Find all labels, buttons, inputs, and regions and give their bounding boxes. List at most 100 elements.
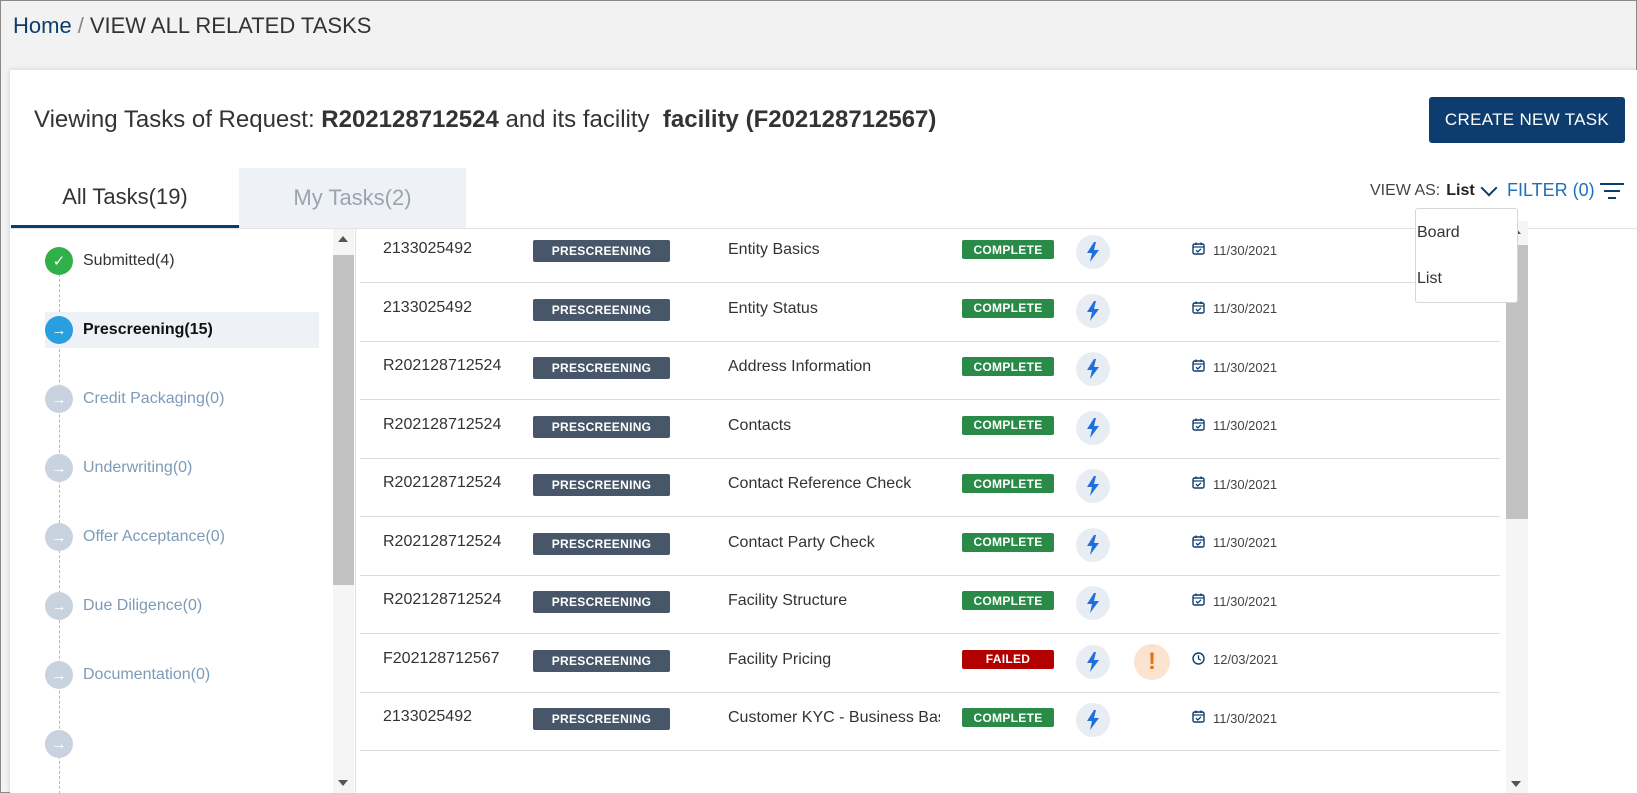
date-text: 11/30/2021 bbox=[1213, 301, 1278, 316]
lightning-icon[interactable] bbox=[1076, 235, 1110, 269]
stage-item-submitted[interactable]: ✓ Submitted(4) bbox=[45, 243, 319, 279]
task-id[interactable]: 2133025492 bbox=[383, 708, 472, 726]
lightning-icon[interactable] bbox=[1076, 410, 1110, 445]
lightning-icon[interactable] bbox=[1076, 293, 1110, 328]
arrow-right-icon: → bbox=[45, 661, 73, 689]
task-row[interactable]: R202128712524 PRESCREENING Contacts COMPLET… bbox=[360, 400, 1500, 459]
task-name[interactable]: Customer KYC - Business Basics bbox=[728, 709, 940, 727]
scroll-down-arrow-icon[interactable] bbox=[1511, 781, 1521, 787]
date-text: 11/30/2021 bbox=[1213, 476, 1278, 492]
date-text: 11/30/2021 bbox=[1213, 242, 1278, 258]
arrow-right-icon: → bbox=[45, 523, 73, 551]
task-name[interactable]: Contact Party Check bbox=[728, 534, 940, 552]
task-date: 12/03/2021 bbox=[1192, 651, 1279, 668]
view-option-list[interactable]: List bbox=[1417, 270, 1442, 288]
task-row[interactable]: 2133025492 PRESCREENING Entity Basics COMPL… bbox=[360, 224, 1500, 283]
lightning-icon[interactable] bbox=[1076, 586, 1110, 620]
arrow-right-icon: → bbox=[45, 730, 73, 758]
task-name[interactable]: Entity Status bbox=[728, 300, 940, 318]
stage-badge: PRESCREENING bbox=[533, 357, 670, 379]
calendar-check-icon bbox=[1192, 301, 1213, 317]
task-date: 11/30/2021 bbox=[1192, 418, 1277, 434]
task-name[interactable]: Address Information bbox=[728, 358, 940, 376]
task-date: 11/30/2021 bbox=[1192, 535, 1277, 551]
task-id[interactable]: R202128712524 bbox=[383, 591, 501, 609]
breadcrumb-home-link[interactable]: Home bbox=[13, 13, 72, 38]
task-row[interactable]: 2133025492 PRESCREENING Entity Status COMPL… bbox=[360, 283, 1500, 342]
task-name[interactable]: Facility Structure bbox=[728, 592, 940, 610]
status-badge: COMPLETE bbox=[962, 591, 1054, 610]
warning-icon[interactable]: ! bbox=[1134, 643, 1170, 680]
filter-icon[interactable] bbox=[1600, 183, 1624, 201]
view-as-selector[interactable]: VIEW AS: List bbox=[1370, 179, 1498, 200]
arrow-right-icon: → bbox=[45, 316, 73, 344]
view-as-value[interactable]: List bbox=[1446, 182, 1474, 200]
status-badge: FAILED bbox=[962, 649, 1054, 669]
lightning-icon[interactable] bbox=[1076, 527, 1110, 562]
task-row[interactable]: R202128712524 PRESCREENING Address Informa… bbox=[360, 341, 1500, 400]
task-id[interactable]: 2133025492 bbox=[383, 240, 472, 258]
tab-my-tasks[interactable]: My Tasks(2) bbox=[239, 168, 466, 228]
stage-list-scrollbar[interactable] bbox=[333, 229, 354, 793]
task-row[interactable]: R202128712524 PRESCREENING Facility Struct… bbox=[360, 575, 1500, 634]
title-prefix: Viewing Tasks of Request: bbox=[34, 106, 315, 133]
task-row[interactable]: R202128712524 PRESCREENING Contact Referen… bbox=[360, 458, 1500, 517]
lightning-icon[interactable] bbox=[1076, 469, 1110, 503]
task-name[interactable]: Entity Basics bbox=[728, 241, 940, 259]
scrollbar-thumb[interactable] bbox=[333, 255, 354, 585]
task-row[interactable]: 2133025492 PRESCREENING Customer KYC - Bus… bbox=[360, 692, 1500, 751]
tab-all-tasks[interactable]: All Tasks(19) bbox=[11, 168, 239, 228]
stage-label: Due Diligence(0) bbox=[83, 597, 203, 614]
calendar-check-icon bbox=[1192, 710, 1213, 726]
task-id[interactable]: R202128712524 bbox=[383, 474, 501, 492]
scroll-down-arrow-icon[interactable] bbox=[338, 780, 348, 786]
task-name[interactable]: Contacts bbox=[728, 417, 940, 435]
stage-badge: PRESCREENING bbox=[533, 415, 670, 438]
stage-item-due-diligence[interactable]: → Due Diligence(0) bbox=[45, 588, 319, 624]
chevron-down-icon[interactable] bbox=[1480, 179, 1498, 197]
task-id[interactable]: 2133025492 bbox=[383, 299, 472, 317]
view-as-dropdown: Board List bbox=[1415, 208, 1518, 303]
lightning-icon[interactable] bbox=[1076, 644, 1110, 679]
task-list-scrollbar[interactable] bbox=[1506, 221, 1528, 793]
create-new-task-button[interactable]: CREATE NEW TASK bbox=[1429, 97, 1625, 143]
task-list: 2133025492 PRESCREENING Entity Basics COMPL… bbox=[360, 224, 1500, 793]
page-title: Viewing Tasks of Request: R202128712524 … bbox=[34, 106, 936, 134]
stage-item-underwriting[interactable]: → Underwriting(0) bbox=[45, 450, 319, 486]
filter-button[interactable]: FILTER (0) bbox=[1507, 180, 1595, 201]
task-date: 11/30/2021 bbox=[1192, 710, 1277, 726]
scroll-up-arrow-icon[interactable] bbox=[338, 236, 348, 242]
stage-item-prescreening[interactable]: → Prescreening(15) bbox=[45, 312, 319, 348]
stage-item-next[interactable]: → bbox=[45, 726, 319, 762]
task-name[interactable]: Contact Reference Check bbox=[728, 475, 940, 493]
task-id[interactable]: F202128712567 bbox=[383, 650, 500, 668]
stage-badge: PRESCREENING bbox=[533, 298, 670, 321]
date-text: 11/30/2021 bbox=[1213, 359, 1278, 375]
arrow-right-icon: → bbox=[45, 592, 73, 620]
task-date: 11/30/2021 bbox=[1192, 242, 1277, 258]
task-id[interactable]: R202128712524 bbox=[383, 416, 501, 434]
stage-label: Offer Acceptance(0) bbox=[83, 528, 225, 545]
task-row[interactable]: R202128712524 PRESCREENING Contact Party C… bbox=[360, 517, 1500, 576]
stage-item-credit-packaging[interactable]: → Credit Packaging(0) bbox=[45, 381, 319, 417]
status-badge: COMPLETE bbox=[962, 298, 1054, 318]
arrow-right-icon: → bbox=[45, 454, 73, 482]
stage-badge: PRESCREENING bbox=[533, 649, 670, 672]
task-id[interactable]: R202128712524 bbox=[383, 533, 501, 551]
date-text: 11/30/2021 bbox=[1213, 418, 1278, 433]
status-badge: COMPLETE bbox=[962, 708, 1054, 727]
lightning-icon[interactable] bbox=[1076, 352, 1110, 386]
task-row[interactable]: F202128712567 PRESCREENING Facility Pricin… bbox=[360, 634, 1500, 693]
stage-badge: PRESCREENING bbox=[533, 532, 670, 555]
task-name[interactable]: Facility Pricing bbox=[728, 651, 940, 669]
status-badge: COMPLETE bbox=[962, 240, 1054, 259]
task-id[interactable]: R202128712524 bbox=[383, 357, 501, 375]
stage-badge: PRESCREENING bbox=[533, 240, 670, 262]
task-date: 11/30/2021 bbox=[1192, 593, 1277, 609]
date-text: 12/03/2021 bbox=[1213, 652, 1279, 667]
view-option-board[interactable]: Board bbox=[1417, 224, 1460, 242]
stage-item-documentation[interactable]: → Documentation(0) bbox=[45, 657, 319, 693]
lightning-icon[interactable] bbox=[1076, 703, 1110, 737]
view-as-label: VIEW AS: bbox=[1370, 182, 1441, 199]
stage-item-offer-acceptance[interactable]: → Offer Acceptance(0) bbox=[45, 519, 319, 555]
